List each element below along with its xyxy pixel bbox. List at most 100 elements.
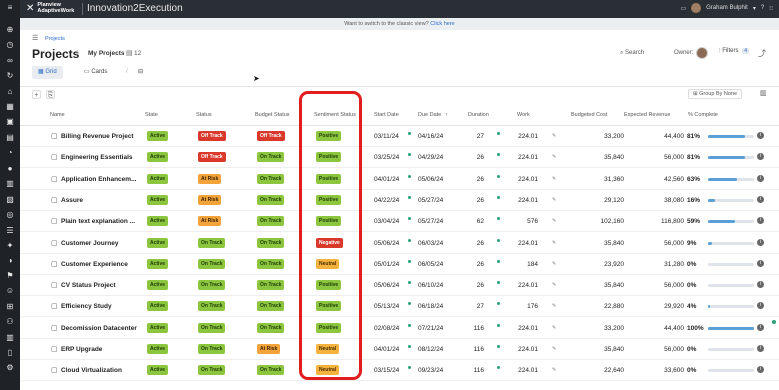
settings-icon[interactable]: ⚙ <box>5 363 15 373</box>
work-edit-icon[interactable]: ✎ <box>552 282 556 288</box>
info-icon[interactable]: i <box>757 302 764 310</box>
project-name[interactable]: Efficiency Study <box>61 303 112 310</box>
briefcase-icon[interactable]: ▣ <box>5 117 15 127</box>
col-due-date[interactable]: Due Date <box>418 112 441 118</box>
breadcrumb-projects[interactable]: Projects <box>45 36 65 42</box>
copy-button[interactable]: ⎘ <box>46 90 55 99</box>
project-name[interactable]: Application Enhancem... <box>61 176 136 183</box>
grid-icon[interactable]: ▦ <box>5 102 15 112</box>
time-icon[interactable]: ◑ <box>5 256 15 266</box>
owner-avatar[interactable] <box>696 47 708 59</box>
work-edit-icon[interactable]: ✎ <box>552 325 556 331</box>
user-icon[interactable]: ☺ <box>5 286 15 296</box>
info-icon[interactable]: i <box>757 195 764 203</box>
table-row[interactable]: ▢ Customer Experience Active On Track On… <box>20 254 779 275</box>
menu-icon[interactable]: ≡ <box>5 3 15 13</box>
work-edit-icon[interactable]: ✎ <box>552 133 556 139</box>
work-edit-icon[interactable]: ✎ <box>552 261 556 267</box>
work-edit-icon[interactable]: ✎ <box>552 218 556 224</box>
info-icon[interactable]: i <box>757 153 764 161</box>
project-name[interactable]: Assure <box>61 197 83 204</box>
col-start-date[interactable]: Start Date <box>374 112 399 118</box>
project-name[interactable]: Plain text explanation ... <box>61 218 135 225</box>
project-name[interactable]: Cloud Virtualization <box>61 367 122 374</box>
recent-icon[interactable]: ↻ <box>5 71 15 81</box>
work-edit-icon[interactable]: ✎ <box>552 303 556 309</box>
tab-more-views[interactable]: ⊟ <box>132 66 149 79</box>
scroll-indicator[interactable] <box>772 320 776 324</box>
info-icon[interactable]: i <box>757 323 764 331</box>
sidebar-toggle-icon[interactable]: ☰ <box>32 34 38 42</box>
tab-grid[interactable]: ▦ Grid <box>32 66 63 79</box>
group-by-dropdown[interactable]: ⊞ Group By None <box>688 89 743 99</box>
calendar-icon[interactable]: ▥ <box>5 179 15 189</box>
col-name[interactable]: Name <box>50 112 65 118</box>
mobile-icon[interactable]: ▯ <box>5 348 15 358</box>
table-row[interactable]: ▢ Cloud Virtualization Active On Track O… <box>20 360 779 382</box>
pin-icon[interactable]: ● <box>5 164 15 174</box>
col-sentiment-status[interactable]: Sentiment Status <box>314 112 356 118</box>
info-icon[interactable]: i <box>757 217 764 225</box>
chevron-down-icon[interactable]: ▾ <box>753 5 756 12</box>
table-row[interactable]: ▢ Plain text explanation ... Active At R… <box>20 211 779 233</box>
report-icon[interactable]: ▧ <box>5 195 15 205</box>
chat-icon[interactable]: ▭ <box>680 5 686 12</box>
info-icon[interactable]: i <box>757 281 764 289</box>
table-row[interactable]: ▢ CV Status Project Active On Track On T… <box>20 275 779 297</box>
col-duration[interactable]: Duration <box>468 112 489 118</box>
col-budget-status[interactable]: Budget Status <box>255 112 290 118</box>
col-state[interactable]: State <box>145 112 158 118</box>
table-row[interactable]: ▢ Billing Revenue Project Active Off Tra… <box>20 126 779 147</box>
project-name[interactable]: Decomission Datacenter <box>61 325 137 332</box>
info-icon[interactable]: i <box>757 259 764 267</box>
work-edit-icon[interactable]: ✎ <box>552 154 556 160</box>
project-name[interactable]: Customer Experience <box>61 261 128 268</box>
people-icon[interactable]: ⚇ <box>5 317 15 327</box>
info-icon[interactable]: i <box>757 238 764 246</box>
banner-link[interactable]: Click here <box>430 21 454 27</box>
share-icon[interactable]: ⤴ <box>758 48 766 59</box>
user-name[interactable]: Graham Bulphit <box>706 5 748 11</box>
checklist-icon[interactable]: ☰ <box>5 226 15 236</box>
work-edit-icon[interactable]: ✎ <box>552 197 556 203</box>
org-icon[interactable]: ⊞ <box>5 302 15 312</box>
work-edit-icon[interactable]: ✎ <box>552 346 556 352</box>
work-edit-icon[interactable]: ✎ <box>552 176 556 182</box>
project-name[interactable]: ERP Upgrade <box>61 346 102 353</box>
table-row[interactable]: ▢ Decomission Datacenter Active On Track… <box>20 318 779 339</box>
info-icon[interactable]: i <box>757 366 764 374</box>
add-row-button[interactable]: + <box>32 90 41 99</box>
info-icon[interactable]: i <box>757 132 764 139</box>
column-settings-icon[interactable]: ▥ <box>760 89 767 97</box>
star-icon[interactable]: ✦ <box>5 241 15 251</box>
col-status[interactable]: Status <box>196 112 212 118</box>
col-budgeted-cost[interactable]: Budgeted Cost <box>571 112 607 118</box>
search-button[interactable]: ⌕ Search <box>620 50 644 57</box>
table-row[interactable]: ▢ Application Enhancem... Active At Risk… <box>20 169 779 190</box>
project-name[interactable]: CV Status Project <box>61 282 116 289</box>
document-icon[interactable]: ▤ <box>5 133 15 143</box>
pie-icon[interactable]: ◔ <box>5 148 15 158</box>
tab-cards[interactable]: ▭ Cards <box>78 66 113 79</box>
project-name[interactable]: Engineering Essentials <box>61 154 133 161</box>
filters-button[interactable]: ⫶ Filters 4 <box>719 48 749 55</box>
home-icon[interactable]: ⌂ <box>5 87 15 97</box>
apps-icon[interactable]: ⁝⁝ <box>769 5 773 12</box>
project-name[interactable]: Billing Revenue Project <box>61 133 134 140</box>
col-expected-revenue[interactable]: Expected Revenue <box>624 112 670 118</box>
building-icon[interactable]: ▥ <box>5 333 15 343</box>
help-icon[interactable]: ? <box>761 5 764 11</box>
clock-icon[interactable]: ◷ <box>5 40 15 50</box>
table-row[interactable]: ▢ Efficiency Study Active On Track On Tr… <box>20 296 779 318</box>
info-icon[interactable]: i <box>757 345 764 352</box>
col-work[interactable]: Work <box>517 112 530 118</box>
table-row[interactable]: ▢ Engineering Essentials Active Off Trac… <box>20 147 779 169</box>
target-icon[interactable]: ◎ <box>5 210 15 220</box>
table-row[interactable]: ▢ Customer Journey Active On Track On Tr… <box>20 233 779 254</box>
infinity-icon[interactable]: ∞ <box>5 56 15 66</box>
col-pct-complete[interactable]: % Complete <box>688 112 718 118</box>
table-row[interactable]: ▢ Assure Active At Risk On Track Positiv… <box>20 190 779 211</box>
sort-asc-icon[interactable]: ↑ <box>445 112 448 118</box>
brand-logo[interactable]: ✕ Planview AdaptiveWork <box>26 2 74 14</box>
add-icon[interactable]: ⊕ <box>5 25 15 35</box>
